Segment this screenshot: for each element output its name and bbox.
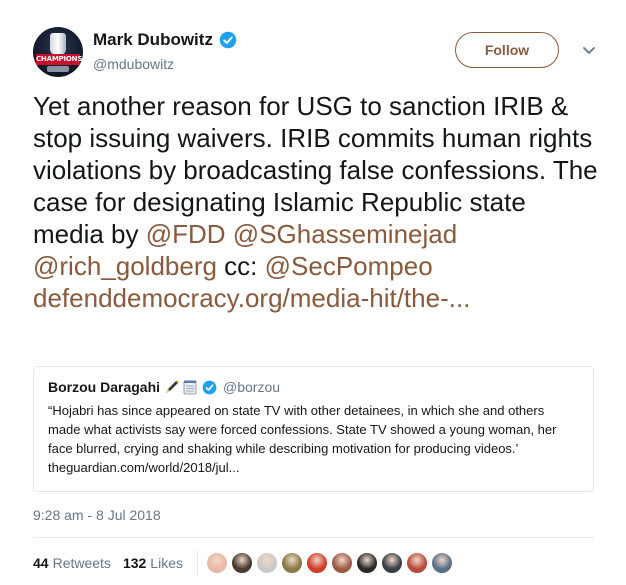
- liker-avatar[interactable]: [430, 552, 453, 574]
- chevron-down-icon[interactable]: [581, 42, 597, 58]
- liker-avatar[interactable]: [405, 552, 428, 574]
- notepad-icon: [183, 380, 197, 395]
- author-handle[interactable]: @mdubowitz: [93, 56, 174, 72]
- tweet-header: CHAMPIONS Mark Dubowitz @mdubowitz Follo…: [33, 24, 603, 80]
- liker-avatar[interactable]: [280, 552, 303, 574]
- quoted-tweet[interactable]: Borzou Daragahi @borzou “Hojabri has sin…: [33, 366, 594, 492]
- author-name-row: Mark Dubowitz: [93, 30, 237, 50]
- pen-icon: [166, 380, 180, 393]
- divider: [33, 537, 594, 538]
- retweets-count: 44: [33, 555, 49, 571]
- emoji-group: [164, 379, 198, 395]
- retweets-label: Retweets: [52, 555, 111, 571]
- mention-link[interactable]: @rich_goldberg: [33, 251, 217, 281]
- liker-avatars: [205, 552, 456, 574]
- liker-avatar[interactable]: [330, 552, 353, 574]
- quoted-tweet-text: “Hojabri has since appeared on state TV …: [48, 403, 557, 475]
- likes-label: Likes: [150, 555, 183, 571]
- url-link[interactable]: defenddemocracy.org/media-hit/the-...: [33, 283, 470, 313]
- tweet-space: [226, 219, 233, 249]
- follow-button[interactable]: Follow: [455, 32, 559, 68]
- author-name[interactable]: Mark Dubowitz: [93, 30, 213, 50]
- author-avatar[interactable]: CHAMPIONS: [33, 27, 83, 77]
- mention-link[interactable]: @FDD: [146, 219, 226, 249]
- retweets-stat[interactable]: 44 Retweets: [33, 555, 111, 571]
- quoted-tweet-header: Borzou Daragahi @borzou: [48, 379, 579, 395]
- quoted-author-handle: @borzou: [223, 379, 281, 395]
- liker-avatar[interactable]: [305, 552, 328, 574]
- liker-avatar[interactable]: [230, 552, 253, 574]
- liker-avatar[interactable]: [380, 552, 403, 574]
- liker-avatar[interactable]: [355, 552, 378, 574]
- liker-avatar[interactable]: [255, 552, 278, 574]
- tweet-text: Yet another reason for USG to sanction I…: [33, 90, 598, 314]
- liker-avatar[interactable]: [205, 552, 228, 574]
- trophy-base: [47, 66, 69, 72]
- likes-count: 132: [122, 555, 147, 571]
- mention-link[interactable]: @SGhasseminejad: [233, 219, 457, 249]
- avatar-ribbon: CHAMPIONS: [36, 54, 83, 65]
- quoted-author-name: Borzou Daragahi: [48, 379, 161, 395]
- stats-separator: [196, 550, 198, 576]
- mention-link[interactable]: @SecPompeo: [265, 251, 433, 281]
- likes-stat[interactable]: 132 Likes: [123, 555, 183, 571]
- trophy-icon: [50, 33, 66, 55]
- verified-icon: [202, 380, 217, 394]
- tweet-timestamp[interactable]: 9:28 am - 8 Jul 2018: [33, 507, 161, 523]
- tweet-stats: 44 Retweets 132 Likes: [33, 550, 456, 576]
- tweet-cc: cc:: [216, 251, 265, 281]
- verified-icon: [219, 31, 237, 49]
